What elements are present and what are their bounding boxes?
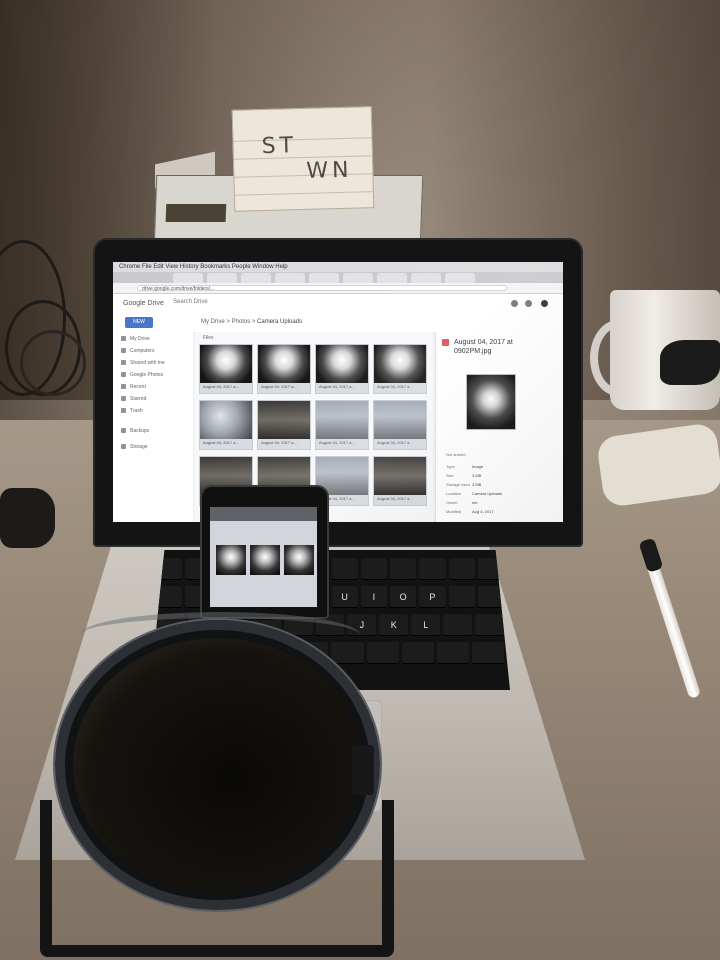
drive-logo: Google Drive — [123, 300, 164, 307]
search-input: Search Drive — [173, 299, 208, 305]
mac-menu-bar: Chrome File Edit View History Bookmarks … — [113, 262, 563, 272]
thumbnail-caption: August 04, 2017 a... — [319, 384, 355, 389]
laptop-screen: Chrome File Edit View History Bookmarks … — [113, 262, 563, 522]
thumbnail-caption: August 04, 2017 a... — [319, 440, 355, 445]
sidebar-item: My Drive — [121, 336, 150, 344]
photo-thumbnail: August 04, 2017 a... — [315, 344, 369, 394]
meta-value: 3 MB — [472, 473, 482, 478]
key-o: O — [390, 586, 417, 608]
mirror-rim-highlight — [80, 612, 360, 658]
thumbnail-image — [200, 345, 252, 383]
sidebar-item: Shared with me — [121, 360, 165, 368]
sidebar-item: Backups — [121, 428, 149, 436]
thumbnail-image — [374, 345, 426, 383]
phone-app-bar — [210, 507, 317, 521]
key-k: K — [379, 614, 409, 636]
phone-thumbnail — [284, 545, 314, 575]
thumbnail-image — [316, 401, 368, 439]
drive-header: Google Drive Search Drive — [113, 294, 563, 315]
key-u: U — [331, 586, 358, 608]
thumbnail-caption: August 04, 2017 a... — [261, 384, 297, 389]
mirror-pivot-knob — [352, 745, 374, 795]
section-label: Files — [203, 335, 214, 341]
sidebar-item: Storage — [121, 444, 148, 452]
sidebar-item: Google Photos — [121, 372, 163, 380]
phone-screen — [210, 507, 317, 607]
key-fob — [0, 488, 55, 548]
thumbnail-caption: August 04, 2017 a... — [377, 440, 413, 445]
photo-thumbnail: August 04, 2017 a... — [257, 400, 311, 450]
breadcrumb: My Drive > Photos > Camera Uploads — [201, 319, 303, 325]
details-title: August 04, 2017 at 0902PM.jpg — [454, 339, 513, 355]
card-text-2: WN — [305, 157, 353, 184]
sidebar-item: Starred — [121, 396, 146, 404]
meta-value: me — [472, 500, 478, 505]
sidebar-item: Recent — [121, 384, 146, 392]
thumbnail-caption: August 04, 2017 a... — [377, 496, 413, 501]
thumbnail-image — [258, 345, 310, 383]
settings-icon — [525, 300, 532, 307]
mug-print — [660, 340, 720, 385]
thumbnail-image — [374, 401, 426, 439]
key-i: I — [360, 586, 387, 608]
desk-scene-photo: ST WN Y U I O P J K L — [0, 0, 720, 960]
thumbnail-image — [200, 401, 252, 439]
url-field: drive.google.com/drive/folders/... — [137, 285, 507, 292]
smartphone — [200, 485, 329, 619]
key-p: P — [419, 586, 446, 608]
card-text-1: ST — [261, 133, 298, 160]
details-panel: August 04, 2017 at 0902PM.jpg Not shared… — [435, 332, 563, 522]
meta-value: Image — [472, 464, 484, 469]
new-button: NEW — [125, 317, 153, 328]
meta-label: Modified — [446, 509, 462, 514]
photo-thumbnail: August 04, 2017 a... — [199, 400, 253, 450]
meta-label: Location — [446, 491, 462, 496]
sidebar-item: Trash — [121, 408, 143, 416]
browser-url-bar: drive.google.com/drive/folders/... — [113, 283, 563, 294]
meta-label: Owner — [446, 500, 458, 505]
drive-toolbar: NEW My Drive > Photos > Camera Uploads — [113, 314, 563, 333]
photo-thumbnail: August 04, 2017 a... — [315, 400, 369, 450]
avatar — [541, 300, 548, 307]
meta-value: Camera Uploads — [472, 491, 503, 496]
thumbnail-caption: August 04, 2017 a... — [203, 384, 239, 389]
sidebar-item: Computers — [121, 348, 154, 356]
thumbnail-image — [374, 457, 426, 495]
thumbnail-caption: August 04, 2017 a... — [377, 384, 413, 389]
photo-thumbnail: August 04, 2017 a... — [373, 400, 427, 450]
meta-value: 3 MB — [472, 482, 482, 487]
thumbnail-image — [258, 401, 310, 439]
cable-loop — [20, 330, 86, 396]
photo-thumbnail: August 04, 2017 a... — [373, 344, 427, 394]
image-icon — [442, 339, 449, 346]
photo-thumbnail: August 04, 2017 a... — [373, 456, 427, 506]
help-icon — [511, 300, 518, 307]
meta-label: Type — [446, 464, 455, 469]
makeup-mirror — [55, 620, 380, 910]
photo-thumbnail: August 04, 2017 a... — [257, 344, 311, 394]
phone-thumbnail — [216, 545, 246, 575]
box-label — [165, 204, 227, 222]
index-card: ST WN — [231, 106, 375, 212]
browser-tab-bar — [113, 272, 563, 283]
thumbnail-caption: August 04, 2017 a... — [261, 440, 297, 445]
drive-sidebar: My Drive Computers Shared with me Google… — [113, 332, 193, 522]
phone-thumbnail — [250, 545, 280, 575]
meta-label: Storage used — [446, 482, 470, 487]
key-l: L — [411, 614, 441, 636]
meta-label: Size — [446, 473, 454, 478]
sharing-status: Not shared — [446, 452, 466, 457]
photo-thumbnail: August 04, 2017 a... — [199, 344, 253, 394]
meta-value: Aug 4, 2017 — [472, 509, 494, 514]
details-preview — [466, 374, 516, 430]
thumbnail-caption: August 04, 2017 a... — [203, 440, 239, 445]
thumbnail-image — [316, 345, 368, 383]
